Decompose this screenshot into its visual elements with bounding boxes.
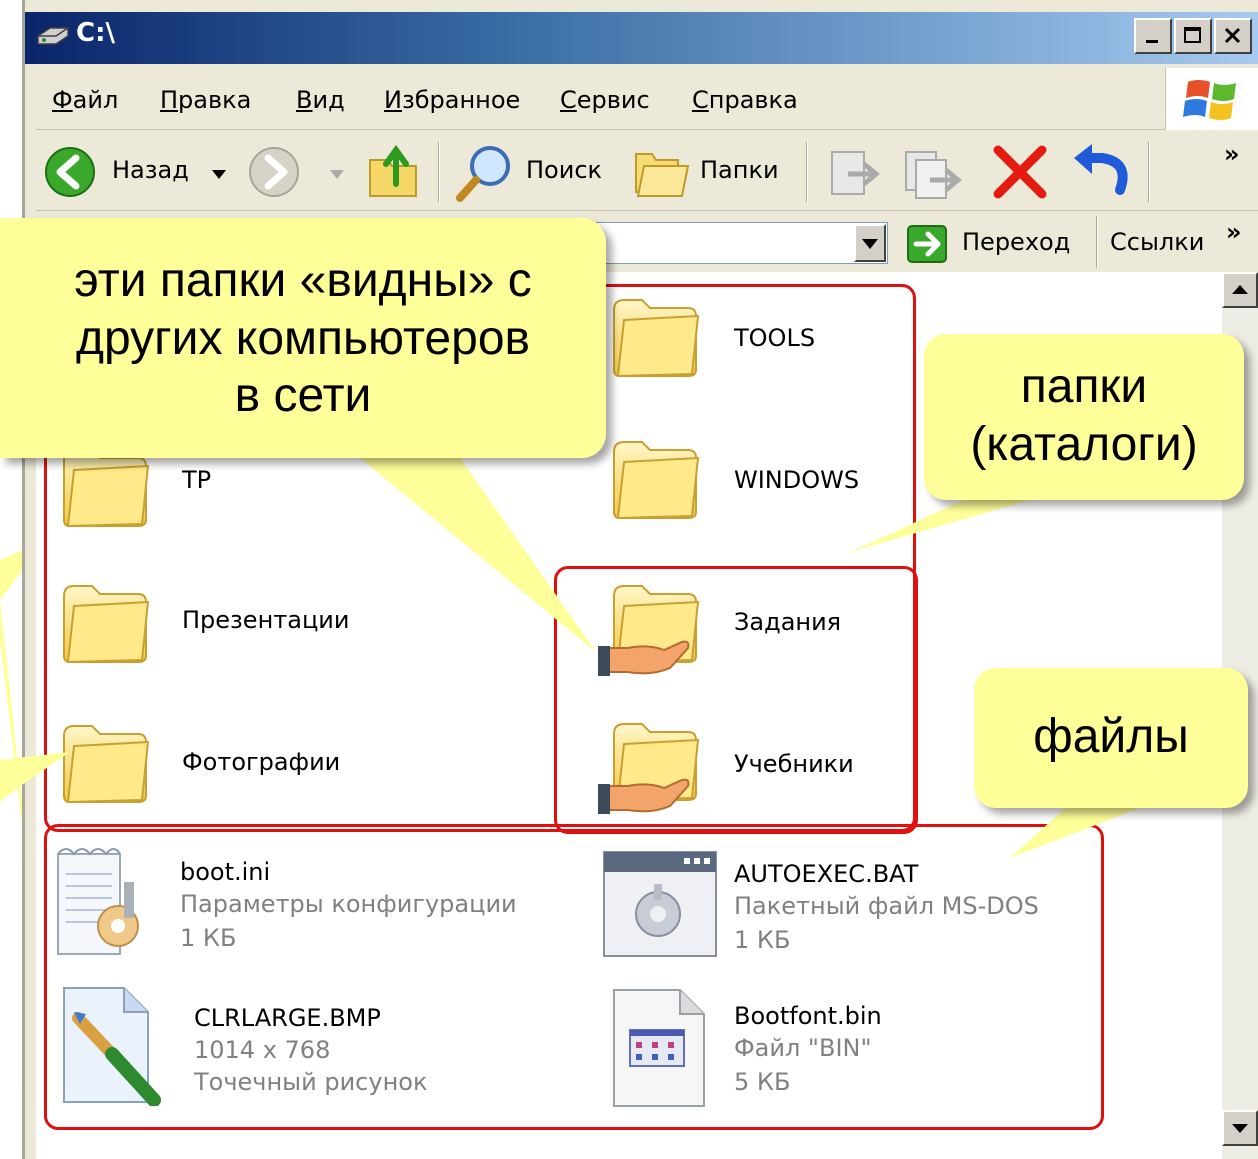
windows-flag-icon	[1183, 80, 1236, 120]
menu-view[interactable]: Вид	[296, 86, 345, 114]
menu-favorites[interactable]: Избранное	[384, 86, 520, 114]
callout-line: других компьютеров	[75, 311, 531, 365]
shared-folders-callout: эти папки «видны» с других компьютеров в…	[0, 218, 606, 458]
menu-help[interactable]: Справка	[692, 86, 798, 114]
menu-view-label: ид	[312, 86, 345, 114]
windows-logo-area	[1165, 68, 1258, 130]
menu-file[interactable]: Файл	[52, 86, 118, 114]
minimize-icon	[1146, 40, 1158, 43]
menu-help-label: правка	[708, 86, 798, 114]
arrow-down-icon	[1232, 1124, 1248, 1133]
maximize-button[interactable]	[1174, 18, 1212, 54]
menu-tools-mnemonic: С	[560, 86, 577, 114]
shared-folders-highlight-box	[554, 566, 918, 834]
callout-line: папки	[1020, 360, 1148, 413]
delete-icon[interactable]	[990, 142, 1050, 202]
menu-edit[interactable]: Правка	[160, 86, 251, 114]
copy-to-icon[interactable]	[900, 146, 966, 202]
drive-icon	[37, 27, 69, 45]
back-dropdown-icon[interactable]	[210, 168, 228, 182]
menu-file-label: айл	[72, 86, 119, 114]
menu-file-mnemonic: Ф	[52, 86, 73, 114]
minimize-button[interactable]	[1134, 18, 1172, 54]
arrow-up-icon	[1232, 285, 1248, 294]
callout-line: в сети	[234, 369, 372, 423]
toolbar-separator	[1096, 216, 1098, 268]
folders-icon[interactable]	[632, 144, 692, 200]
search-button-label[interactable]: Поиск	[526, 156, 602, 184]
search-icon[interactable]	[454, 142, 516, 202]
window-title: C:\	[76, 18, 115, 48]
menu-edit-mnemonic: П	[160, 86, 179, 114]
go-button-label[interactable]: Переход	[962, 228, 1070, 256]
links-label[interactable]: Ссылки	[1110, 228, 1204, 256]
forward-arrow-icon[interactable]	[248, 146, 306, 198]
toolbar-separator	[1148, 142, 1150, 202]
callout-line: (каталоги)	[970, 417, 1198, 471]
close-button[interactable]	[1214, 18, 1252, 54]
go-arrow-icon[interactable]	[906, 224, 950, 264]
links-more-chevron[interactable]: »	[1226, 218, 1242, 246]
menu-favorites-mnemonic: И	[384, 86, 402, 114]
scroll-down-button[interactable]	[1222, 1110, 1258, 1146]
back-arrow-icon[interactable]	[44, 146, 102, 198]
menu-help-mnemonic: С	[692, 86, 709, 114]
maximize-icon	[1184, 27, 1201, 43]
menu-tools-label: ервис	[576, 86, 650, 114]
back-button-label[interactable]: Назад	[112, 156, 189, 184]
toolbar-separator	[806, 142, 808, 202]
move-to-icon[interactable]	[826, 146, 882, 202]
files-highlight-box	[44, 824, 1104, 1130]
menu-view-mnemonic: В	[296, 86, 313, 114]
callout-line: эти папки «видны» с	[74, 254, 532, 307]
menu-edit-label: равка	[178, 86, 252, 114]
menu-tools[interactable]: Сервис	[560, 86, 650, 114]
undo-icon[interactable]	[1068, 140, 1134, 202]
folder-up-icon[interactable]	[366, 140, 422, 200]
files-callout: файлы	[974, 668, 1248, 808]
forward-dropdown-icon[interactable]	[328, 168, 346, 182]
toolbar-separator	[438, 142, 440, 202]
address-dropdown-button[interactable]	[854, 224, 886, 262]
toolbar-more-chevron[interactable]: »	[1224, 140, 1240, 168]
folders-callout: папки (каталоги)	[924, 334, 1244, 500]
close-icon	[1224, 27, 1241, 44]
title-bar[interactable]	[25, 12, 1258, 64]
scroll-up-button[interactable]	[1222, 272, 1258, 308]
chevron-down-icon	[862, 239, 878, 249]
folders-button-label[interactable]: Папки	[700, 156, 779, 184]
menu-favorites-label: збранное	[401, 86, 521, 114]
callout-line: файлы	[1033, 710, 1189, 763]
